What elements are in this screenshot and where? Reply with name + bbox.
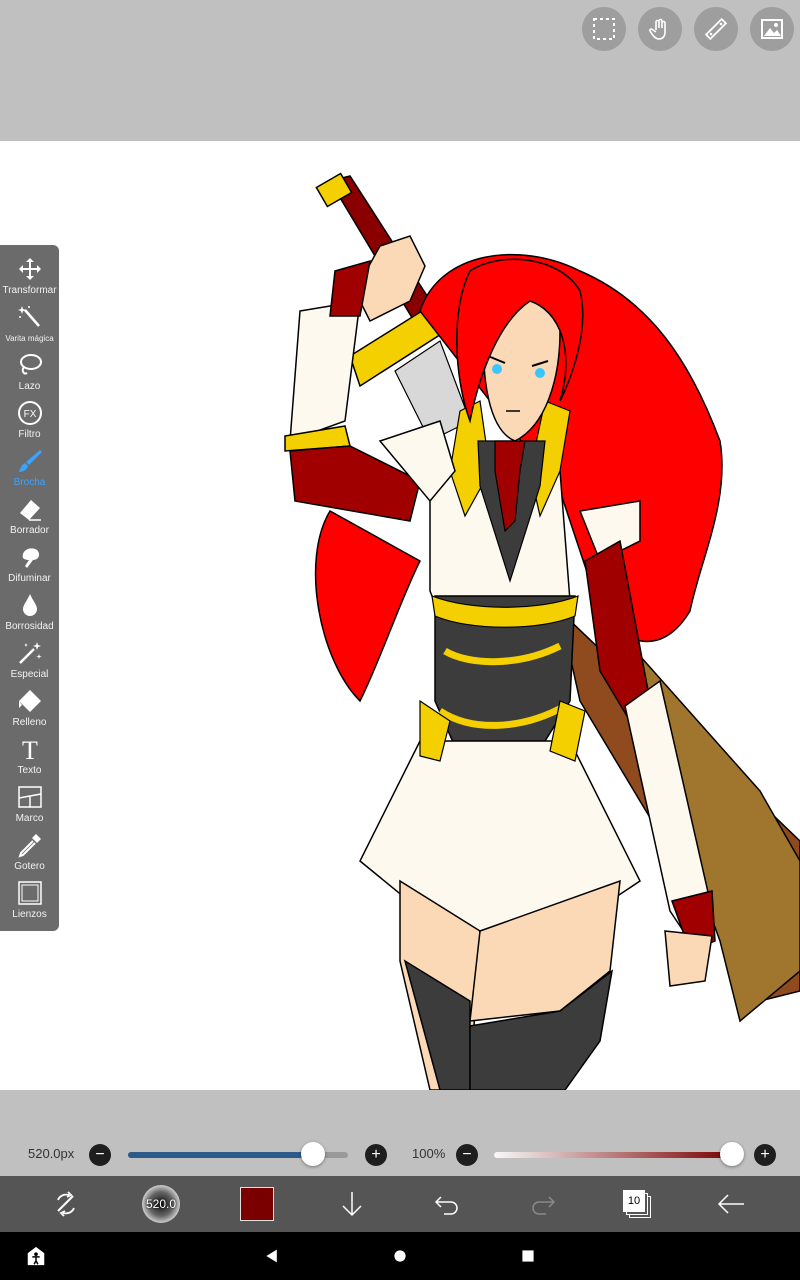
brush-settings-bar: 520.0px − + 100% − +	[0, 1090, 800, 1176]
brush-preview-label: 520.0	[145, 1197, 177, 1211]
tool-label: Texto	[17, 765, 42, 776]
droplet-icon	[22, 594, 37, 616]
minus-icon: −	[462, 1146, 472, 1163]
tool-label: Relleno	[12, 717, 47, 728]
drawing-canvas[interactable]	[0, 141, 800, 1090]
tool-canvas[interactable]: Lienzos	[0, 879, 59, 927]
arrow-down-icon	[342, 1192, 362, 1217]
tool-label: Marco	[15, 813, 44, 824]
tool-label: Borrosidad	[5, 621, 54, 632]
tool-label: Borrador	[10, 525, 49, 536]
tool-label: Transformar	[2, 285, 57, 296]
opacity-increase-button[interactable]: +	[754, 1144, 776, 1166]
eraser-icon	[19, 500, 41, 521]
canvas-icon	[17, 881, 42, 905]
tool-label: Filtro	[18, 429, 41, 440]
tool-smudge[interactable]: Difuminar	[0, 543, 59, 591]
ruler-icon	[704, 17, 728, 41]
download-button[interactable]	[336, 1176, 368, 1232]
tool-text[interactable]: T Texto	[0, 735, 59, 783]
tool-label: Brocha	[13, 477, 46, 488]
tool-eraser[interactable]: Borrador	[0, 495, 59, 543]
undo-icon	[434, 1196, 458, 1215]
plus-icon: +	[760, 1146, 770, 1163]
layer-count: 10	[623, 1190, 645, 1212]
undo-button[interactable]	[430, 1176, 464, 1232]
svg-text:T: T	[22, 736, 38, 762]
artwork-illustration	[284, 172, 800, 1090]
tool-palette: Transformar Varita mágica Lazo FX Filtro…	[0, 245, 59, 931]
blur-icon	[22, 548, 39, 568]
fill-bucket-icon	[18, 690, 41, 712]
redo-button[interactable]	[526, 1176, 560, 1232]
opacity-slider-thumb[interactable]	[720, 1142, 744, 1166]
tool-fill[interactable]: Relleno	[0, 687, 59, 735]
accessibility-button[interactable]	[22, 1232, 50, 1280]
image-import-icon	[761, 19, 783, 39]
square-recents-icon	[522, 1250, 534, 1262]
brush-preview-button[interactable]: 520.0	[140, 1176, 182, 1232]
tool-label: Lienzos	[12, 909, 47, 920]
color-swatch-button[interactable]	[238, 1176, 276, 1232]
tool-lasso[interactable]: Lazo	[0, 351, 59, 399]
back-button[interactable]	[714, 1176, 748, 1232]
rotate-arrows-icon	[57, 1191, 75, 1217]
tool-eyedropper[interactable]: Gotero	[0, 831, 59, 879]
size-decrease-button[interactable]: −	[89, 1144, 111, 1166]
top-bar	[0, 0, 800, 141]
opacity-slider[interactable]	[494, 1152, 732, 1158]
image-import-button[interactable]	[750, 7, 794, 51]
transform-quick-button[interactable]	[46, 1176, 86, 1232]
brush-icon	[18, 450, 42, 472]
plus-icon: +	[371, 1146, 381, 1163]
tool-label: Varita mágica	[5, 334, 54, 343]
selection-button[interactable]	[582, 7, 626, 51]
fx-icon: FX	[17, 401, 42, 425]
brush-preview: 520.0	[142, 1185, 180, 1223]
text-icon: T	[22, 736, 38, 762]
tool-transform[interactable]: Transformar	[0, 255, 59, 303]
frame-icon	[17, 786, 42, 808]
selection-icon	[593, 18, 615, 40]
triangle-back-icon	[266, 1249, 277, 1263]
tool-label: Difuminar	[8, 573, 51, 584]
tool-label: Lazo	[18, 381, 41, 392]
eyedropper-icon	[17, 834, 41, 858]
size-slider-thumb[interactable]	[301, 1142, 325, 1166]
size-increase-button[interactable]: +	[365, 1144, 387, 1166]
move-arrows-icon	[18, 258, 41, 280]
tool-filter[interactable]: FX Filtro	[0, 399, 59, 447]
brush-size-value: 520.0px	[28, 1146, 75, 1161]
tool-blur[interactable]: Borrosidad	[0, 591, 59, 639]
nav-home-button[interactable]	[386, 1232, 414, 1280]
accessibility-icon	[27, 1246, 45, 1266]
system-navigation-bar	[0, 1232, 800, 1280]
hand-tool-button[interactable]	[638, 7, 682, 51]
tool-special[interactable]: Especial	[0, 639, 59, 687]
layers-button[interactable]: 10	[620, 1176, 654, 1232]
nav-recents-button[interactable]	[514, 1232, 542, 1280]
ruler-button[interactable]	[694, 7, 738, 51]
current-color-swatch	[240, 1187, 274, 1221]
size-slider-fill	[128, 1152, 313, 1158]
magic-wand-icon	[17, 306, 40, 327]
opacity-decrease-button[interactable]: −	[456, 1144, 478, 1166]
redo-icon	[532, 1196, 556, 1215]
tool-magic-wand[interactable]: Varita mágica	[0, 303, 59, 351]
lasso-icon	[19, 354, 42, 375]
svg-text:FX: FX	[23, 409, 36, 420]
opacity-value: 100%	[412, 1146, 446, 1161]
tool-label: Gotero	[14, 861, 45, 872]
tool-label: Especial	[10, 669, 49, 680]
minus-icon: −	[95, 1146, 105, 1163]
sparkle-wand-icon	[18, 642, 42, 664]
bottom-toolbar: 520.0 10	[0, 1176, 800, 1232]
tool-frame[interactable]: Marco	[0, 783, 59, 831]
tool-brush[interactable]: Brocha	[0, 447, 59, 495]
layers-icon: 10	[623, 1190, 651, 1218]
arrow-left-icon	[717, 1194, 744, 1214]
circle-home-icon	[394, 1250, 406, 1262]
nav-back-button[interactable]	[258, 1232, 286, 1280]
hand-tool-icon	[649, 18, 666, 40]
